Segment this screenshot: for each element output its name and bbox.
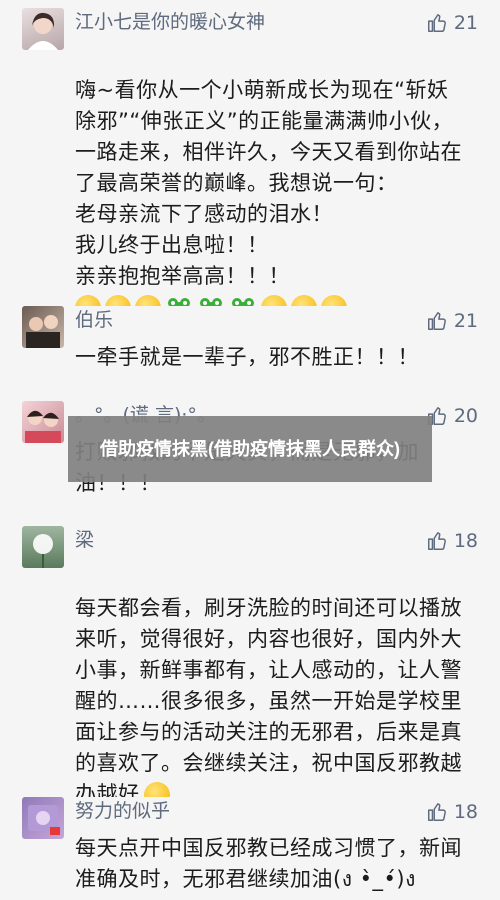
thumbs-up-icon [427,532,446,550]
like-count: 18 [453,530,478,552]
like-count: 21 [453,310,478,332]
avatar[interactable] [22,401,64,443]
avatar[interactable] [22,526,64,568]
like-button[interactable]: 21 [426,10,478,36]
avatar[interactable] [22,306,64,348]
comment-text: 嗨~看你从一个小萌新成长为现在“斩妖除邪”“伸张正义”的正能量满满帅小伙，一路走… [75,44,465,323]
like-count: 20 [453,405,478,427]
comment-text: 每天点开中国反邪教已经成习惯了，新闻准确及时，无邪君继续加油(ง •̀_•́)ง [75,836,462,891]
comment-body: 每天都会看，刷牙洗脸的时间还可以播放来听，觉得很好，内容也很好，国内外大小事，新… [75,596,462,806]
thumbs-up-icon [427,14,446,32]
like-button[interactable]: 20 [426,403,478,429]
comment-username[interactable]: 江小七是你的暖心女神 [75,8,265,36]
like-button[interactable]: 18 [426,799,478,825]
comment-text: 每天都会看，刷牙洗脸的时间还可以播放来听，觉得很好，内容也很好，国内外大小事，新… [75,562,475,810]
comment-item: 梁 18 每天都会看，刷牙洗脸的时间还可以播放来听，觉得很好，内容也很好，国内外… [0,526,500,808]
thumbs-up-icon [427,312,446,330]
like-count: 21 [453,12,478,34]
avatar[interactable] [22,797,64,839]
overlay-title: 借助疫情抹黑(借助疫情抹黑人民群众) [100,439,400,459]
like-button[interactable]: 18 [426,528,478,554]
overlay-banner: 借助疫情抹黑(借助疫情抹黑人民群众) [68,416,432,482]
thumbs-up-icon [427,803,446,821]
comment-username[interactable]: 伯乐 [75,306,113,334]
avatar[interactable] [22,8,64,50]
comment-item: 伯乐 21 一牵手就是一辈子，邪不胜正！！！ [0,306,500,376]
comment-item: 努力的似乎 18 每天点开中国反邪教已经成习惯了，新闻准确及时，无邪君继续加油(… [0,797,500,900]
comment-item: 江小七是你的暖心女神 21 嗨~看你从一个小萌新成长为现在“斩妖除邪”“伸张正义… [0,8,500,321]
comment-body: 嗨~看你从一个小萌新成长为现在“斩妖除邪”“伸张正义”的正能量满满帅小伙，一路走… [75,78,462,288]
comment-text: 一牵手就是一辈子，邪不胜正！！！ [75,345,419,369]
comment-username[interactable]: 梁 [75,526,94,554]
like-button[interactable]: 21 [426,308,478,334]
like-count: 18 [453,801,478,823]
comment-username[interactable]: 努力的似乎 [75,797,170,825]
